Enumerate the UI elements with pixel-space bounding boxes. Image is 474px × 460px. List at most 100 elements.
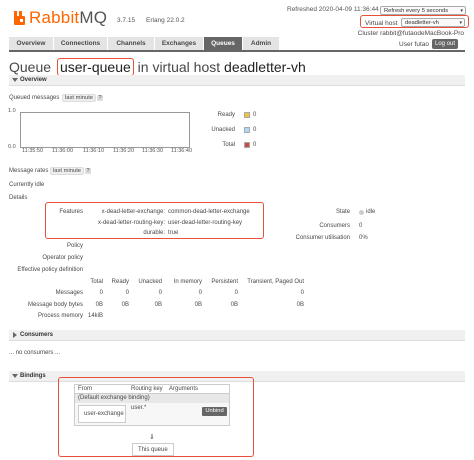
legend-ready-label: Ready [217,112,235,118]
message-rates-range-selector[interactable]: last minute [50,167,85,175]
collapse-triangle-icon [12,78,18,82]
stats-row-label: Process memory [37,313,83,319]
stats-cell: 0 [198,290,202,296]
stats-header: Unacked [138,279,162,285]
legend-ready-value: 0 [253,112,257,118]
help-icon[interactable]: ? [97,95,104,101]
stats-cell: 0B [95,302,103,308]
expand-triangle-icon [13,332,17,338]
binding-routing-key: user.* [131,405,147,411]
details-heading: Details [9,195,28,201]
state-value: idle [366,209,376,215]
binding-row: user-exchange user.* Unbind [75,403,229,425]
state-indicator-icon [359,210,364,215]
stats-cell: 0 [99,290,103,296]
feature-key: x-dead-letter-exchange: [101,209,165,215]
section-overview[interactable]: Overview [9,75,465,86]
bindings-header: Routing key [131,386,163,392]
rabbitmq-logo-icon [14,11,25,25]
this-queue-box: This queue [132,443,174,456]
stats-cell: 14kiB [88,313,104,319]
help-icon[interactable]: ? [85,168,92,174]
consumers-label: Consumers [319,223,350,229]
collapse-triangle-icon [12,374,18,378]
cluster-name: Cluster rabbit@futaodeMacBook-Pro [357,30,464,37]
chart-x-tick: 11:36:20 [113,148,135,154]
default-binding-row: (Default exchange binding) [75,394,229,403]
legend-unacked-value: 0 [253,127,257,133]
tab-admin[interactable]: Admin [243,37,279,50]
legend-ready-swatch[interactable] [244,112,250,118]
features-label: Features [59,209,83,215]
vhost-select[interactable]: deadletter-vh ▾ [401,18,465,27]
effective-policy-label: Effective policy definition [17,267,83,273]
stats-row-label: Messages [55,290,83,296]
chevron-down-icon: ▾ [460,8,463,14]
tab-queues[interactable]: Queues [204,37,242,50]
operator-policy-label: Operator policy [42,255,83,261]
page-title: Queue user-queue in virtual host deadlet… [9,58,306,76]
erlang-version: Erlang 22.0.2 [146,17,185,24]
tab-channels[interactable]: Channels [108,37,154,50]
tab-exchanges[interactable]: Exchanges [155,37,203,50]
stats-header: Persistent [211,279,238,285]
stats-header: Total [90,279,103,285]
stats-cell: 0B [121,302,129,308]
binding-source[interactable]: user-exchange [78,405,126,423]
section-consumers[interactable]: Consumers [9,330,465,341]
queue-name: user-queue [56,58,134,76]
tab-connections[interactable]: Connections [54,37,107,50]
chart-x-tick: 11:36:30 [142,148,164,154]
queued-messages-chart [20,112,190,148]
policy-label: Policy [66,243,83,249]
arrow-down-icon: ⇓ [149,434,155,441]
legend-unacked-label: Unacked [211,127,235,133]
chart-x-tick: 11:36:10 [83,148,105,154]
default-binding-label: (Default exchange binding) [78,395,150,401]
stats-row-label: Message body bytes [27,302,83,308]
chart-y-top: 1.0 [8,108,16,114]
chart-y-bottom: 0.0 [8,144,16,150]
feature-value: common-dead-letter-exchange [168,209,250,215]
stats-cell: 0 [234,290,238,296]
stats-cell: 0B [230,302,238,308]
legend-total-label: Total [222,142,235,148]
vhost-label: Virtual host [365,20,398,27]
bindings-table: From Routing key Arguments (Default exch… [74,384,230,426]
feature-key: x-dead-letter-routing-key: [97,220,165,226]
stats-cell: 0B [154,302,162,308]
unbind-button[interactable]: Unbind [202,407,227,416]
consumer-utilisation-label: Consumer utilisation [295,235,350,241]
stats-cell: 0 [125,290,129,296]
stats-cell: 0 [300,290,304,296]
queued-range-selector[interactable]: last minute [62,94,97,102]
current-user: User futao [399,41,429,48]
legend-total-value: 0 [253,142,257,148]
chart-x-tick: 11:36:00 [52,148,74,154]
consumer-utilisation-value: 0% [359,235,368,241]
feature-value: user-dead-letter-routing-key [168,220,243,226]
currently-idle: Currently idle [9,182,45,188]
legend-total-swatch[interactable] [244,142,250,148]
queued-messages-label: Queued messages [9,95,60,101]
stats-header: Ready [111,279,129,285]
tab-overview[interactable]: Overview [9,37,53,50]
stats-header: In memory [173,279,202,285]
stats-cell: 0 [158,290,162,296]
tab-bar-divider [9,50,465,52]
bindings-header: Arguments [169,386,199,392]
refresh-interval-select[interactable]: Refresh every 5 seconds ▾ [380,6,466,15]
chevron-down-icon: ▾ [459,20,462,26]
logout-button[interactable]: Log out [432,39,459,49]
bindings-header: From [78,386,92,392]
refreshed-timestamp: Refreshed 2020-04-09 11:36:44 [287,6,379,13]
legend-unacked-swatch[interactable] [244,127,250,133]
feature-value: true [168,230,179,236]
chart-x-tick: 11:35:50 [22,148,44,154]
no-consumers-text: ... no consumers ... [9,350,61,356]
bindings-header-row: From Routing key Arguments [75,385,229,394]
stats-header: Transient, Paged Out [247,279,304,285]
feature-key: durable: [143,230,165,236]
brand-name: RabbitMQ [29,8,108,27]
stats-cell: 0B [296,302,304,308]
